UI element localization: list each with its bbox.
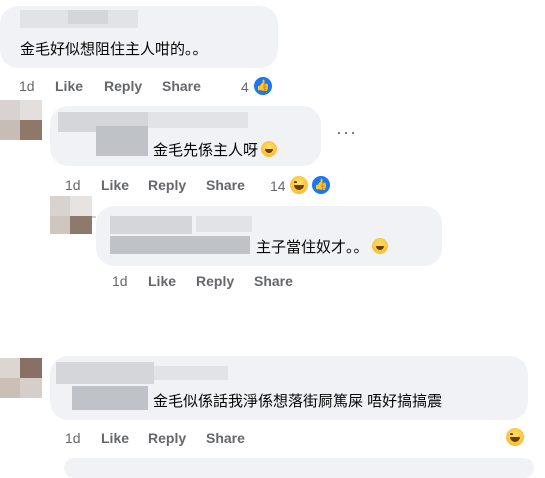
comment-text: 主子當住奴才。。 — [256, 236, 388, 257]
haha-icon[interactable] — [504, 426, 526, 448]
comment-text-content: 金毛先係主人呀 — [153, 142, 259, 159]
avatar[interactable] — [50, 196, 92, 238]
reply-button[interactable]: Reply — [196, 273, 234, 289]
comment-text: 金毛似係話我淨係想落街屙篤屎 唔好搞搞震 — [153, 393, 443, 410]
reaction-count[interactable]: 4 — [241, 79, 249, 95]
blurred-author-name — [110, 236, 250, 254]
like-icon[interactable]: 👍 — [252, 75, 274, 97]
like-button[interactable]: Like — [101, 430, 129, 446]
rofl-emoji-icon — [371, 238, 388, 254]
blurred-author-name — [56, 362, 154, 384]
more-options-icon[interactable]: ··· — [336, 122, 357, 143]
blurred-author-name — [148, 112, 248, 128]
comment-time[interactable]: 1d — [65, 177, 81, 193]
share-button[interactable]: Share — [206, 430, 245, 446]
share-button[interactable]: Share — [206, 177, 245, 193]
comment-actions: 1d Like Reply Share — [0, 430, 320, 450]
comment-time[interactable]: 1d — [19, 78, 35, 94]
rofl-emoji-icon — [261, 141, 278, 157]
like-button[interactable]: Like — [55, 78, 83, 94]
like-icon[interactable]: 👍 — [310, 174, 332, 196]
blurred-author-name — [96, 126, 148, 156]
haha-icon[interactable] — [288, 174, 310, 196]
reply-button[interactable]: Reply — [148, 177, 186, 193]
comment-actions: 1d Like Reply Share — [0, 177, 300, 197]
like-button[interactable]: Like — [148, 273, 176, 289]
reply-button[interactable]: Reply — [148, 430, 186, 446]
blurred-author-name — [68, 10, 108, 24]
comment-text: 金毛好似想阻住主人咁的。。 — [20, 41, 208, 58]
comment-time[interactable]: 1d — [65, 430, 81, 446]
comment-text: 金毛先係主人呀 — [153, 139, 278, 160]
avatar[interactable] — [0, 358, 42, 400]
comment-bubble-partial — [64, 458, 534, 478]
comment-text-content: 主子當住奴才。。 — [256, 239, 369, 256]
avatar[interactable] — [0, 100, 42, 142]
reaction-count[interactable]: 14 — [270, 178, 286, 194]
share-button[interactable]: Share — [162, 78, 201, 94]
blurred-author-name — [196, 216, 252, 232]
comment-actions: 1d Like Reply Share — [0, 273, 320, 293]
reply-button[interactable]: Reply — [104, 78, 142, 94]
like-button[interactable]: Like — [101, 177, 129, 193]
comment-time[interactable]: 1d — [112, 273, 128, 289]
blurred-author-name — [110, 216, 192, 234]
share-button[interactable]: Share — [254, 273, 293, 289]
blurred-author-name — [154, 366, 228, 380]
blurred-author-name — [72, 386, 148, 410]
